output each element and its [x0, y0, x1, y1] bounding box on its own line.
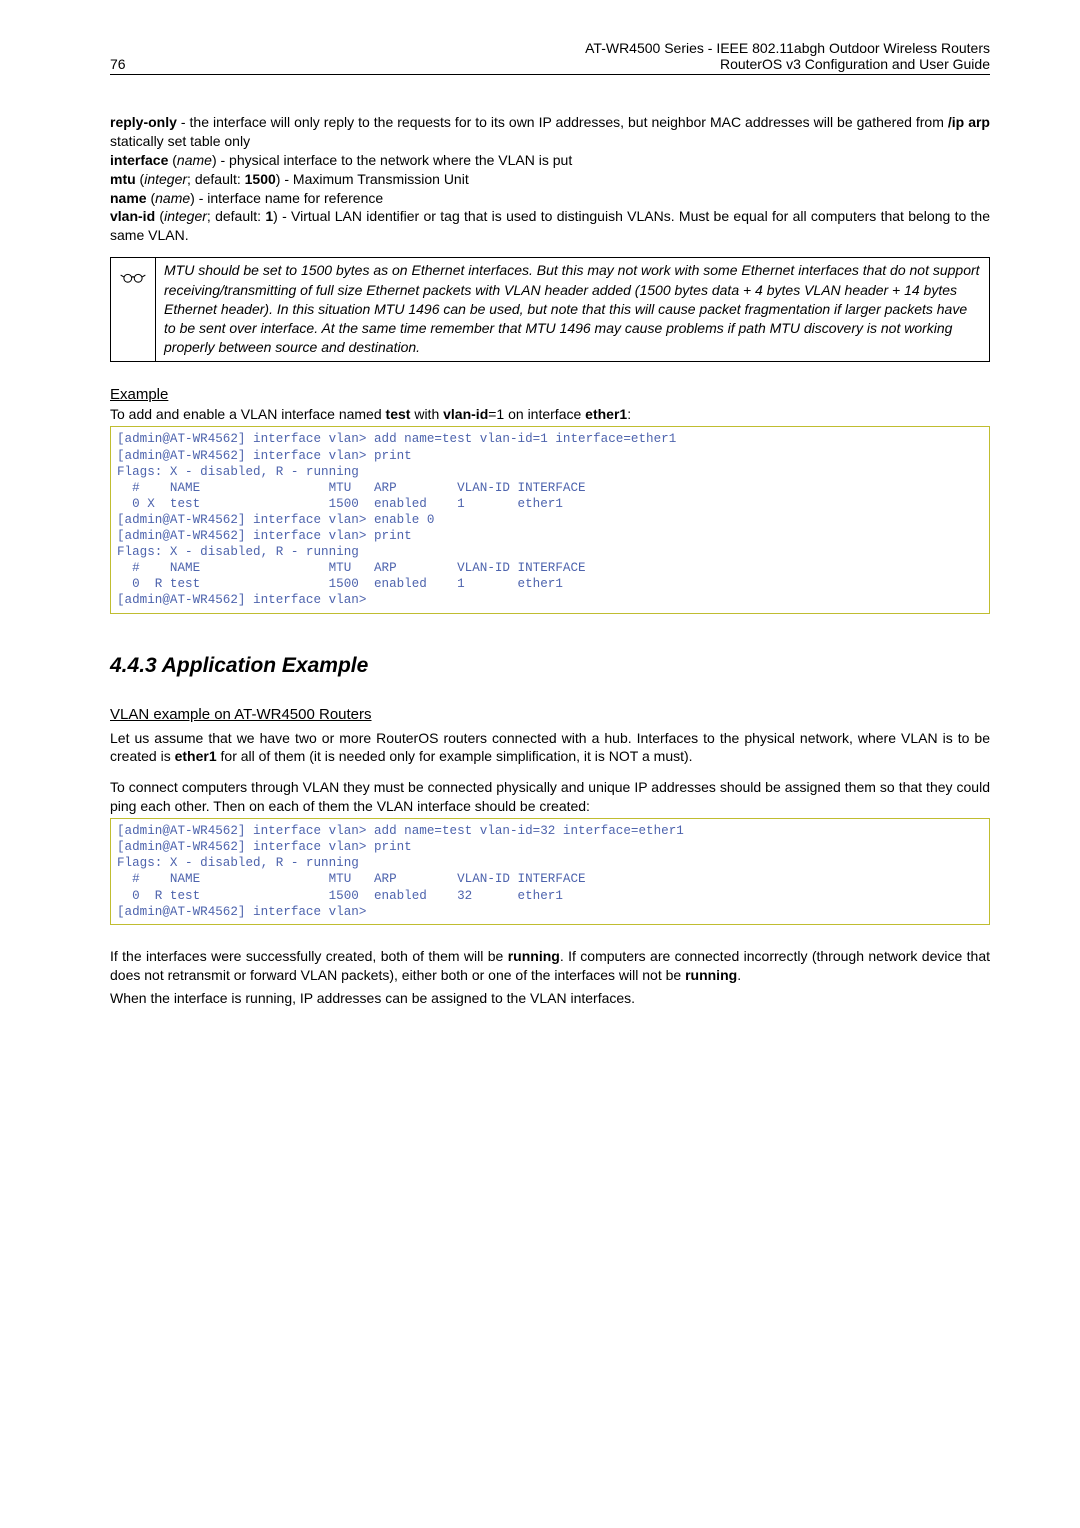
- note-text: MTU should be set to 1500 bytes as on Et…: [156, 258, 990, 362]
- glasses-icon: [120, 265, 146, 289]
- def-reply-only-label: reply-only: [110, 114, 177, 130]
- app-example-heading: 4.4.3 Application Example: [110, 654, 990, 678]
- def-vlanid-default: 1: [265, 208, 273, 224]
- app-example-p4: When the interface is running, IP addres…: [110, 989, 990, 1008]
- app-example-p1: Let us assume that we have two or more R…: [110, 729, 990, 767]
- def-interface-text: ) - physical interface to the network wh…: [212, 152, 572, 168]
- note-box: MTU should be set to 1500 bytes as on Et…: [110, 257, 990, 362]
- def-name-type: name: [155, 190, 190, 206]
- def-reply-only-tail: statically set table only: [110, 133, 250, 149]
- def-mtu-default: 1500: [245, 171, 276, 187]
- app-example-code: [admin@AT-WR4562] interface vlan> add na…: [110, 818, 990, 925]
- def-reply-only-cmd: /ip arp: [948, 114, 990, 130]
- def-vlanid-type: integer: [164, 208, 207, 224]
- example-intro-colon: :: [627, 406, 631, 422]
- def-mtu-label: mtu: [110, 171, 136, 187]
- example-code: [admin@AT-WR4562] interface vlan> add na…: [110, 426, 990, 613]
- example-intro-eq: =1 on interface: [488, 406, 585, 422]
- def-interface-label: interface: [110, 152, 168, 168]
- app-example-p2: To connect computers through VLAN they m…: [110, 778, 990, 816]
- app-example-p3b: running: [508, 948, 560, 964]
- def-reply-only-text: - the interface will only reply to the r…: [177, 114, 948, 130]
- app-example-p1b: ether1: [175, 748, 217, 764]
- def-mtu-type: integer: [144, 171, 187, 187]
- def-vlanid-label: vlan-id: [110, 208, 155, 224]
- page-header: 76 AT-WR4500 Series - IEEE 802.11abgh Ou…: [110, 40, 990, 75]
- example-intro: To add and enable a VLAN interface named…: [110, 405, 990, 425]
- def-vlanid-text: ) - Virtual LAN identifier or tag that i…: [110, 208, 990, 243]
- example-intro-pre: To add and enable a VLAN interface named: [110, 406, 386, 422]
- example-heading: Example: [110, 386, 990, 403]
- app-example-p1c: for all of them (it is needed only for e…: [217, 748, 693, 764]
- example-intro-iface: ether1: [585, 406, 627, 422]
- header-title-2: RouterOS v3 Configuration and User Guide: [585, 56, 990, 72]
- property-definitions: reply-only - the interface will only rep…: [110, 113, 990, 245]
- def-name-text: ) - interface name for reference: [190, 190, 383, 206]
- page-number: 76: [110, 56, 126, 72]
- example-intro-mid: with: [410, 406, 443, 422]
- app-example-p3: If the interfaces were successfully crea…: [110, 947, 990, 985]
- def-name-label: name: [110, 190, 147, 206]
- app-example-p3a: If the interfaces were successfully crea…: [110, 948, 508, 964]
- app-example-p3e: .: [737, 967, 741, 983]
- header-title-1: AT-WR4500 Series - IEEE 802.11abgh Outdo…: [585, 40, 990, 56]
- header-titles: AT-WR4500 Series - IEEE 802.11abgh Outdo…: [585, 40, 990, 72]
- def-interface-type: name: [177, 152, 212, 168]
- example-intro-name: test: [386, 406, 411, 422]
- app-example-subheading: VLAN example on AT-WR4500 Routers: [110, 706, 990, 723]
- app-example-p3d: running: [685, 967, 737, 983]
- example-intro-vlan: vlan-id: [443, 406, 488, 422]
- def-mtu-text: ) - Maximum Transmission Unit: [276, 171, 469, 187]
- note-icon-cell: [111, 258, 156, 362]
